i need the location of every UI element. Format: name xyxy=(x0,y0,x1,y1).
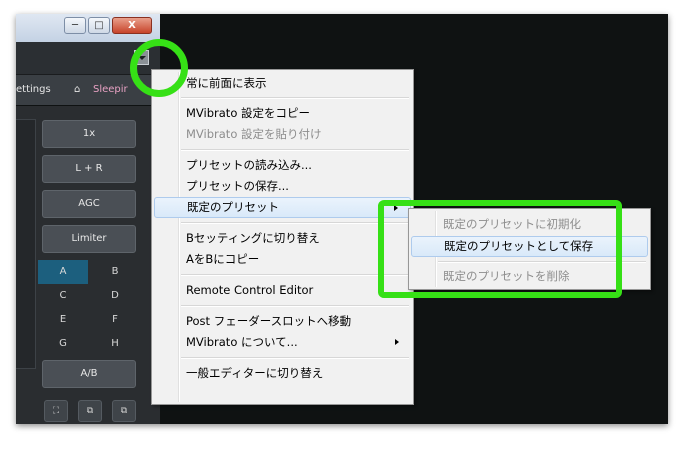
minimize-button[interactable]: ─ xyxy=(64,17,86,34)
copy-icon[interactable]: ⧉ xyxy=(78,400,102,422)
menu-separator xyxy=(181,149,409,151)
title-bar: ─ □ X xyxy=(16,14,160,42)
slot-d[interactable]: D xyxy=(90,284,140,308)
menu-item-load-preset[interactable]: プリセットの読み込み... xyxy=(154,155,411,176)
slot-a[interactable]: A xyxy=(38,260,88,284)
paste-icon[interactable]: ⧉ xyxy=(112,400,136,422)
context-menu: 常に前面に表示 MVibrato 設定をコピー MVibrato 設定を貼り付け… xyxy=(151,69,414,405)
slot-b[interactable]: B xyxy=(90,260,140,284)
menu-item-copy-a-to-b[interactable]: AをBにコピー xyxy=(154,249,411,270)
annotation-circle xyxy=(130,39,188,97)
menu-item-copy-settings[interactable]: MVibrato 設定をコピー xyxy=(154,103,411,124)
menu-item-remote-control-editor[interactable]: Remote Control Editor xyxy=(154,280,411,301)
menu-separator xyxy=(181,222,409,224)
ab-slot-grid: A B C D E F G H xyxy=(38,260,138,360)
slot-g[interactable]: G xyxy=(38,332,88,356)
ab-toggle-button[interactable]: A/B xyxy=(42,360,136,388)
menu-item-always-on-top[interactable]: 常に前面に表示 xyxy=(154,73,411,94)
slot-f[interactable]: F xyxy=(90,308,140,332)
slot-e[interactable]: E xyxy=(38,308,88,332)
menu-item-save-preset[interactable]: プリセットの保存... xyxy=(154,176,411,197)
menu-item-paste-settings[interactable]: MVibrato 設定を貼り付け xyxy=(154,124,411,145)
agc-button[interactable]: AGC xyxy=(42,190,136,218)
menu-separator xyxy=(181,357,409,359)
limiter-button[interactable]: Limiter xyxy=(42,225,136,253)
maximize-button[interactable]: □ xyxy=(88,17,110,34)
left-panel xyxy=(16,119,36,369)
preset-name[interactable]: Sleepir xyxy=(93,75,128,105)
screenshot-frame: ─ □ X ettings ⌂ Sleepir 1x L + R AGC Lim… xyxy=(16,14,668,424)
slot-h[interactable]: H xyxy=(90,332,140,356)
settings-label: ettings xyxy=(16,84,51,95)
menu-item-switch-to-b[interactable]: Bセッティングに切り替え xyxy=(154,228,411,249)
rate-1x-button[interactable]: 1x xyxy=(42,120,136,148)
submenu-arrow-icon xyxy=(395,339,399,345)
home-icon[interactable]: ⌂ xyxy=(74,75,80,105)
menu-item-switch-to-generic-editor[interactable]: 一般エディターに切り替え xyxy=(154,363,411,384)
channel-lr-button[interactable]: L + R xyxy=(42,155,136,183)
menu-separator xyxy=(181,305,409,307)
menu-item-move-to-post-fader[interactable]: Post フェーダースロットへ移動 xyxy=(154,311,411,332)
slot-c[interactable]: C xyxy=(38,284,88,308)
menu-item-label: 既定のプリセット xyxy=(187,200,279,214)
expand-icon[interactable]: ⛶ xyxy=(44,400,68,422)
close-button[interactable]: X xyxy=(112,17,152,34)
menu-item-default-preset[interactable]: 既定のプリセット xyxy=(154,197,411,218)
menu-separator xyxy=(181,97,409,99)
menu-item-about[interactable]: MVibrato について... xyxy=(154,332,411,353)
menu-item-label: MVibrato について... xyxy=(186,335,298,349)
menu-separator xyxy=(181,274,409,276)
annotation-highlight-box xyxy=(378,200,622,298)
